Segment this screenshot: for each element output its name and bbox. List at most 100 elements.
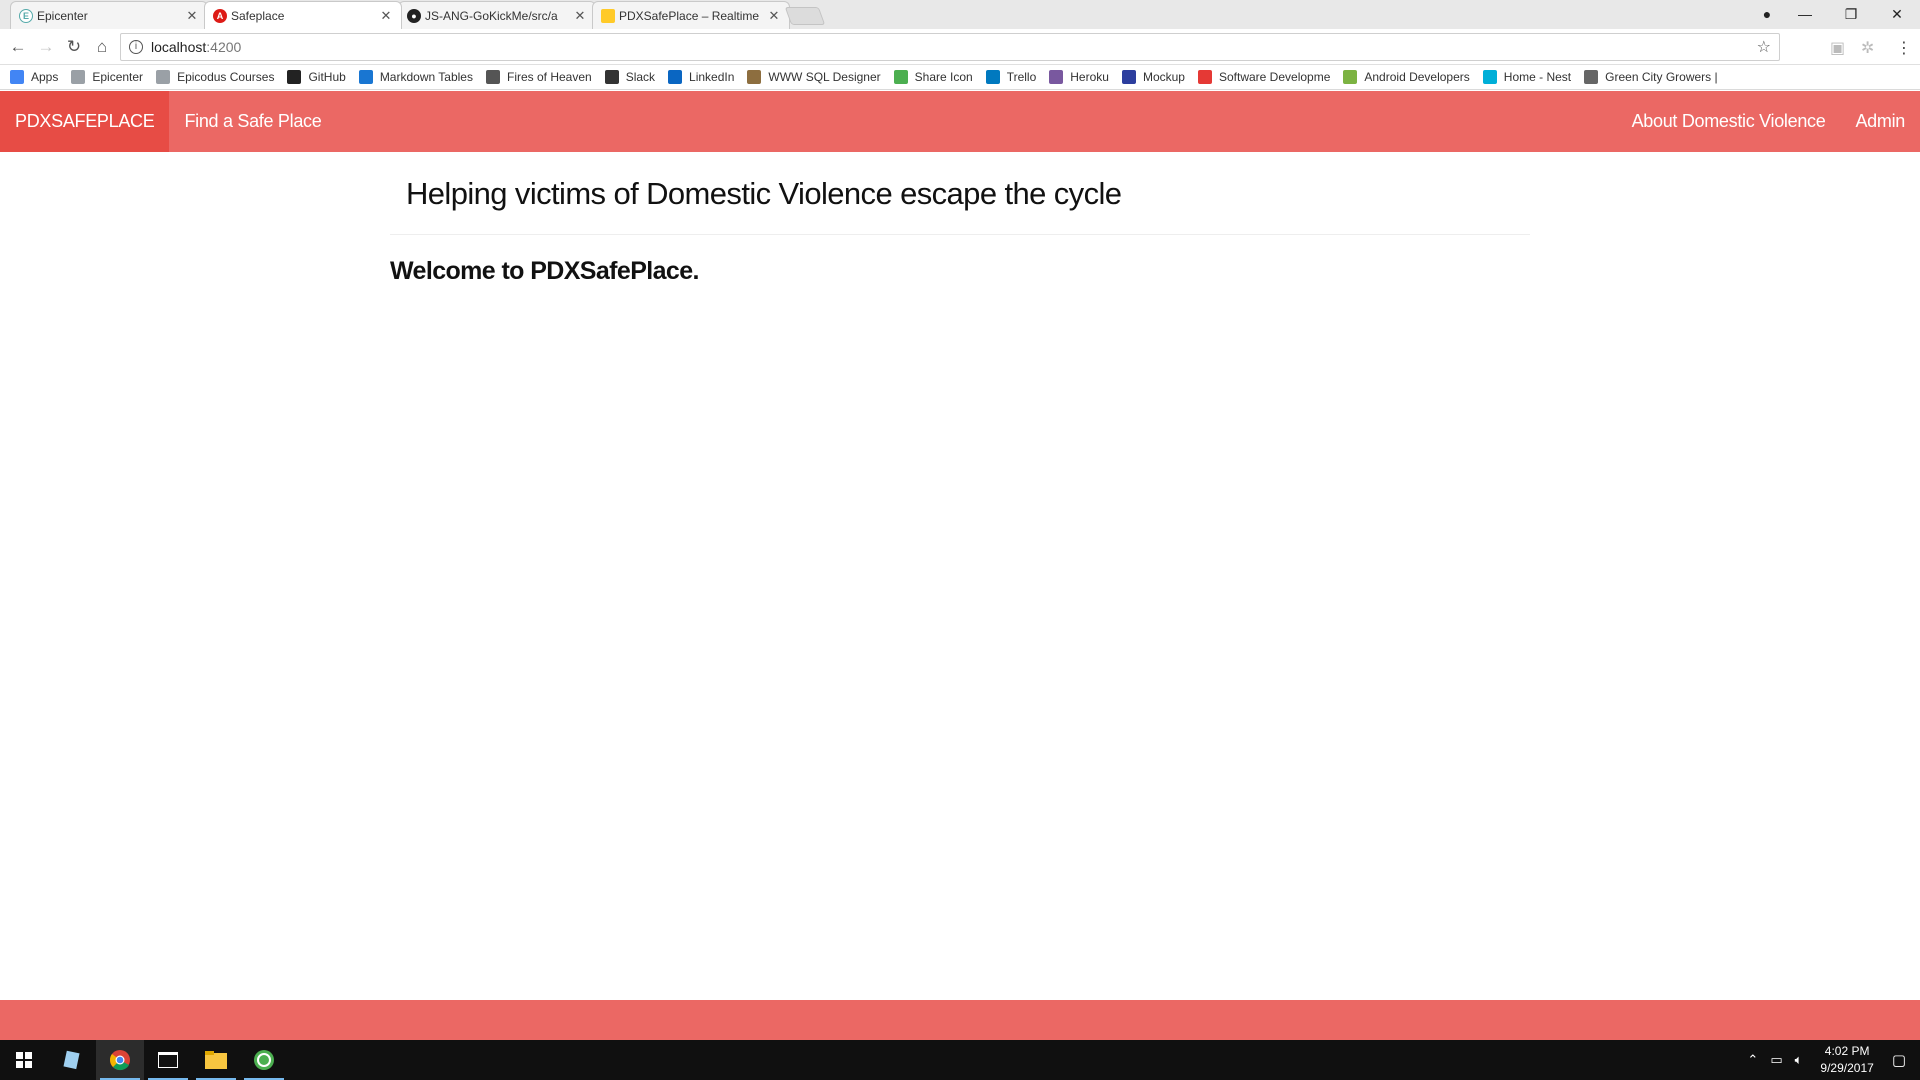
bookmark-item[interactable]: Android Developers <box>1343 70 1470 84</box>
tab-title: PDXSafePlace – Realtime <box>619 8 760 23</box>
app-navbar: PDXSAFEPLACE Find a Safe Place About Dom… <box>0 91 1920 152</box>
bookmark-label: WWW SQL Designer <box>768 70 881 84</box>
bookmark-item[interactable]: GitHub <box>287 70 346 84</box>
heroku-icon <box>1049 70 1064 84</box>
window-controls: ● — ❐ ✕ <box>1752 0 1920 28</box>
bookmark-label: Green City Growers | <box>1605 70 1718 84</box>
bookmark-label: GitHub <box>308 70 346 84</box>
about-domestic-violence-link[interactable]: About Domestic Violence <box>1617 111 1841 132</box>
browser-tab-strip: E Epicenter ✕ A Safeplace ✕ ● JS-ANG-GoK… <box>0 0 1920 29</box>
notepad-icon[interactable] <box>48 1040 96 1080</box>
tab-firebase[interactable]: PDXSafePlace – Realtime ✕ <box>592 1 790 29</box>
admin-link[interactable]: Admin <box>1840 111 1920 132</box>
bookmark-item[interactable]: Epicenter <box>71 70 143 84</box>
bookmark-item[interactable]: Apps <box>10 70 58 84</box>
bookmark-item[interactable]: Share Icon <box>893 70 973 84</box>
mockup-icon <box>1121 70 1136 84</box>
browser-toolbar: ← → ↻ ⌂ i localhost:4200 ☆ <box>0 29 1920 65</box>
action-center-icon[interactable]: ▢ <box>1892 1051 1906 1069</box>
tab-epicenter[interactable]: E Epicenter ✕ <box>10 1 208 29</box>
bookmark-label: LinkedIn <box>689 70 735 84</box>
url-port: :4200 <box>206 39 242 55</box>
bookmark-item[interactable]: Software Developme <box>1197 70 1331 84</box>
epicenter-icon: E <box>19 9 33 23</box>
close-icon[interactable]: ✕ <box>767 8 781 24</box>
bookmark-item[interactable]: WWW SQL Designer <box>747 70 881 84</box>
bookmark-star-icon[interactable]: ☆ <box>1757 37 1771 57</box>
info-icon[interactable]: i <box>129 40 143 54</box>
apps-grid-icon <box>10 70 24 84</box>
forward-arrow-icon[interactable]: → <box>32 37 60 57</box>
tab-title: Epicenter <box>37 8 88 23</box>
volume-icon[interactable]: 🔈︎ <box>1795 1052 1803 1068</box>
android-icon <box>1343 70 1358 84</box>
tab-github[interactable]: ● JS-ANG-GoKickMe/src/a ✕ <box>398 1 596 29</box>
network-icon[interactable]: ▭ <box>1770 1052 1782 1068</box>
bookmark-label: Android Developers <box>1364 70 1470 84</box>
chrome-icon[interactable] <box>96 1040 144 1080</box>
menu-dots-icon[interactable]: ⋮ <box>1896 38 1912 58</box>
gitkraken-icon[interactable] <box>240 1040 288 1080</box>
bookmark-label: Share Icon <box>914 70 973 84</box>
profile-icon[interactable]: ● <box>1752 6 1782 22</box>
find-safe-place-link[interactable]: Find a Safe Place <box>169 111 336 132</box>
close-window-icon[interactable]: ✕ <box>1874 6 1920 23</box>
minimize-icon[interactable]: — <box>1782 6 1828 22</box>
bookmark-label: Mockup <box>1142 70 1185 84</box>
url-host: localhost <box>151 39 207 55</box>
new-tab-button[interactable] <box>784 7 826 25</box>
xda-icon <box>1197 70 1212 84</box>
bookmark-item[interactable]: Heroku <box>1049 70 1109 84</box>
bookmark-item[interactable]: Fires of Heaven <box>485 70 592 84</box>
epicenter-icon <box>71 70 86 84</box>
reload-icon[interactable]: ↻ <box>60 37 88 57</box>
bookmark-item[interactable]: Trello <box>985 70 1036 84</box>
table-icon <box>358 70 373 84</box>
bookmarks-bar: Apps Epicenter Epicodus Courses GitHub Markd… <box>0 65 1920 90</box>
epicenter-icon <box>156 70 171 84</box>
person-icon <box>747 70 762 84</box>
tab-title: Safeplace <box>231 8 285 23</box>
restore-icon[interactable]: ❐ <box>1828 6 1874 23</box>
terminal-icon[interactable] <box>144 1040 192 1080</box>
address-bar[interactable]: i localhost:4200 ☆ <box>120 33 1780 61</box>
firebase-icon <box>601 9 615 23</box>
bookmark-item[interactable]: LinkedIn <box>668 70 734 84</box>
bookmark-label: Fires of Heaven <box>506 70 592 84</box>
bookmark-item[interactable]: Slack <box>604 70 655 84</box>
brand-link[interactable]: PDXSAFEPLACE <box>0 91 170 152</box>
welcome-message: Welcome to PDXSafePlace. <box>390 257 699 285</box>
bookmark-item[interactable]: Markdown Tables <box>358 70 473 84</box>
file-explorer-icon[interactable] <box>192 1040 240 1080</box>
main-container: Helping victims of Domestic Violence esc… <box>390 152 1530 286</box>
bookmark-item[interactable]: Home - Nest <box>1482 70 1572 84</box>
system-tray: ⌃ ▭ 🔈︎ 4:02 PM 9/29/2017 ▢ <box>1741 1040 1920 1080</box>
home-icon[interactable]: ⌂ <box>88 37 116 57</box>
clock[interactable]: 4:02 PM 9/29/2017 <box>1820 1043 1873 1077</box>
bookmark-item[interactable]: Epicodus Courses <box>156 70 274 84</box>
tab-safeplace[interactable]: A Safeplace ✕ <box>204 1 402 29</box>
wings-icon <box>485 70 500 84</box>
close-icon[interactable]: ✕ <box>379 8 393 24</box>
nest-icon <box>1482 70 1497 84</box>
extension-gear-icon[interactable]: ✲ <box>1861 38 1874 58</box>
clock-date: 9/29/2017 <box>1820 1061 1874 1075</box>
app-footer <box>0 1000 1920 1040</box>
bookmark-label: Home - Nest <box>1503 70 1572 84</box>
angular-icon: A <box>213 9 227 23</box>
page-title: Helping victims of Domestic Violence esc… <box>406 176 1122 211</box>
back-arrow-icon[interactable]: ← <box>4 37 32 57</box>
bookmark-item[interactable]: Mockup <box>1121 70 1185 84</box>
chevron-up-icon[interactable]: ⌃ <box>1747 1052 1758 1068</box>
bookmark-label: Heroku <box>1070 70 1109 84</box>
bookmark-label: Software Developme <box>1218 70 1331 84</box>
close-icon[interactable]: ✕ <box>185 8 199 24</box>
bookmark-item[interactable]: Green City Growers | <box>1584 70 1718 84</box>
share-icon <box>893 70 908 84</box>
windows-start-icon[interactable] <box>0 1040 48 1080</box>
windows-taskbar: ⌃ ▭ 🔈︎ 4:02 PM 9/29/2017 ▢ <box>0 1040 1920 1080</box>
navbar-right: About Domestic Violence Admin <box>1617 111 1920 132</box>
close-icon[interactable]: ✕ <box>573 8 587 24</box>
hash-icon <box>604 70 619 84</box>
extension-icon[interactable]: ▣ <box>1830 38 1845 58</box>
